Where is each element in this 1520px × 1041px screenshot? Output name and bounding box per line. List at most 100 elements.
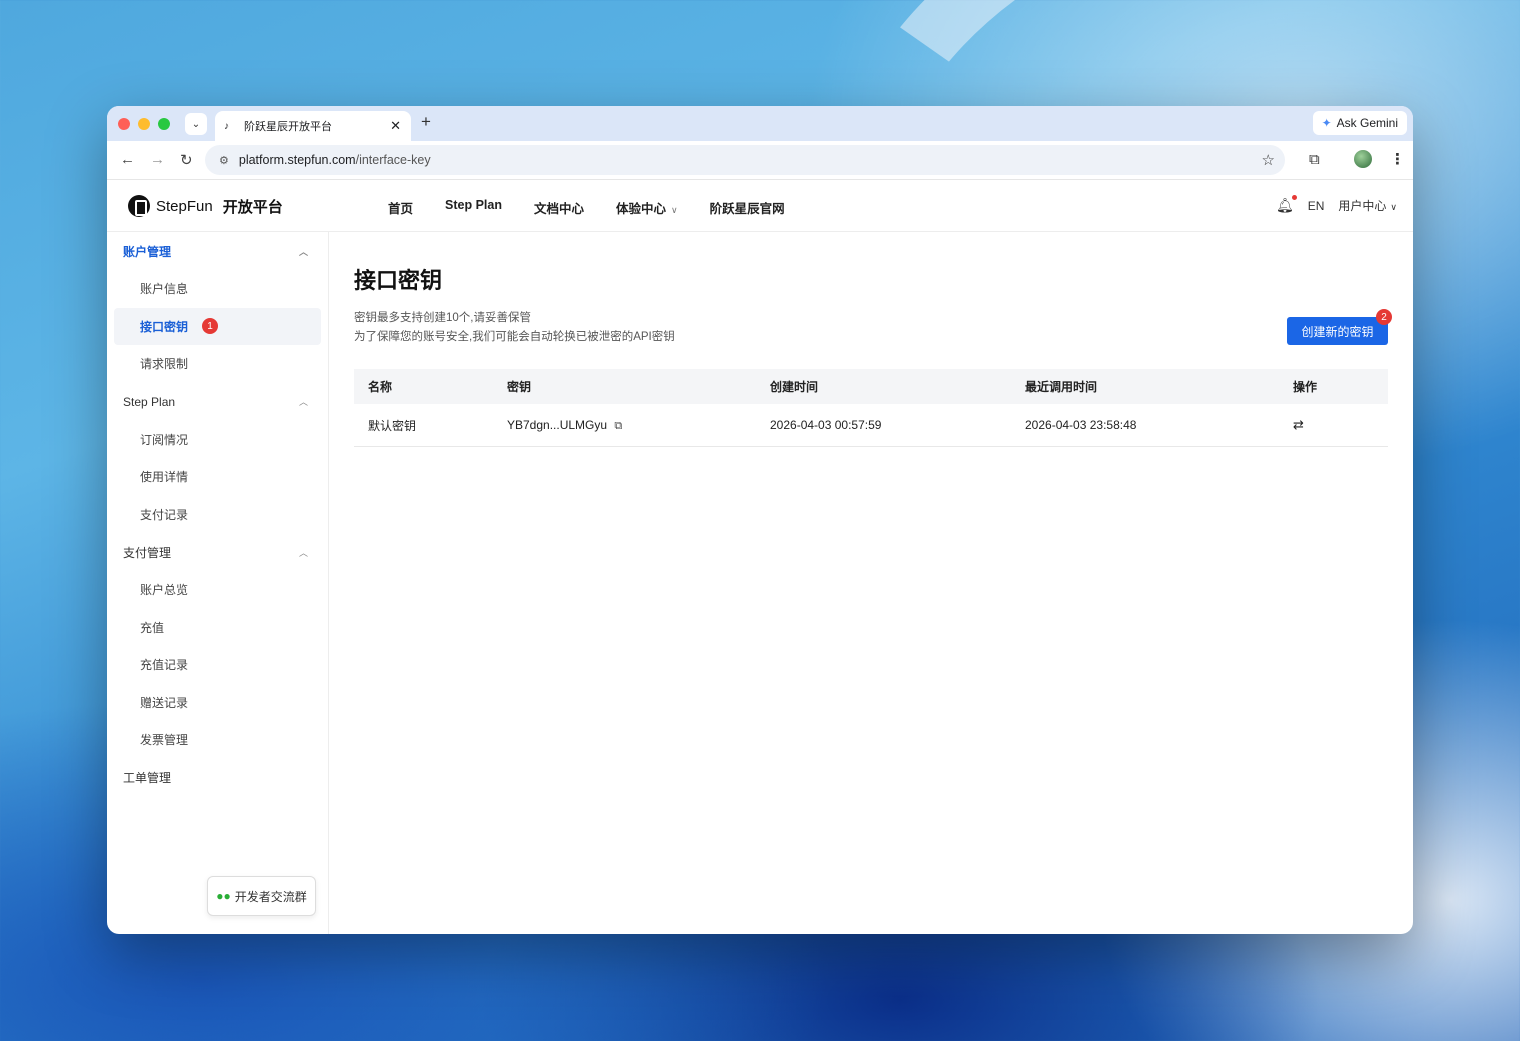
profile-avatar[interactable] <box>1354 150 1372 168</box>
sidebar-group-label: 工单管理 <box>123 771 172 785</box>
rotate-key-icon[interactable]: ⇄ <box>1293 417 1304 432</box>
sidebar-group-step-plan[interactable]: Step Plan ︿ <box>107 383 328 421</box>
notification-bell-icon[interactable]: 🔔︎ <box>1276 195 1297 214</box>
copy-icon[interactable]: ⧉ <box>614 420 622 432</box>
nav-official-site[interactable]: 阶跃星辰官网 <box>710 198 785 217</box>
sidebar-item-usage[interactable]: 使用详情 <box>114 458 321 496</box>
address-bar[interactable]: ⚙ platform.stepfun.com/interface-key ☆ <box>205 145 1285 175</box>
stepfun-logo[interactable]: StepFun 开放平台 <box>128 195 283 217</box>
chevron-down-icon: ∨ <box>671 205 678 215</box>
description-line: 密钥最多支持创建10个,请妥善保管 <box>354 312 531 324</box>
sidebar-item-gift-history[interactable]: 赠送记录 <box>114 684 321 722</box>
key-value: YB7dgn...ULMGyu <box>507 417 608 432</box>
browser-window: ⌄ ♪ 阶跃星辰开放平台 ✕ + ✦ Ask Gemini ← → ↻ ⚙ pl… <box>107 106 1413 934</box>
nav-experience[interactable]: 体验中心 ∨ <box>616 198 678 217</box>
sidebar-group-account[interactable]: 账户管理 ︿ <box>107 232 328 270</box>
chevron-down-icon: ∨ <box>1390 202 1397 212</box>
forward-icon[interactable]: → <box>150 151 165 168</box>
sidebar-item-recharge[interactable]: 充值 <box>114 609 321 647</box>
logo-text: StepFun <box>156 197 213 215</box>
extensions-icon[interactable]: ⧉ <box>1309 151 1320 168</box>
browser-tab[interactable]: ♪ 阶跃星辰开放平台 ✕ <box>215 111 411 141</box>
logo-subtitle: 开放平台 <box>222 198 283 216</box>
sidebar: 账户管理 ︿ 账户信息 接口密钥 1 请求限制 Step Plan ︿ 订阅情况… <box>107 232 329 934</box>
sidebar-item-api-keys[interactable]: 接口密钥 1 <box>114 307 321 345</box>
create-key-badge: 2 <box>1376 309 1392 325</box>
chevron-up-icon: ︿ <box>298 246 308 257</box>
key-name: 默认密钥 <box>368 418 417 433</box>
site-settings-icon[interactable]: ⚙ <box>219 154 229 167</box>
bookmark-star-icon[interactable]: ☆ <box>1262 151 1275 169</box>
developer-group-label: 开发者交流群 <box>234 889 307 904</box>
developer-group-button[interactable]: ●● 开发者交流群 <box>207 876 316 916</box>
stepfun-logo-icon <box>128 195 150 217</box>
language-switch[interactable]: EN <box>1308 199 1325 213</box>
nav-home[interactable]: 首页 <box>388 198 413 217</box>
user-center-menu[interactable]: 用户中心 ∨ <box>1338 197 1397 214</box>
sidebar-item-subscription[interactable]: 订阅情况 <box>114 421 321 459</box>
table-header: 名称 密钥 创建时间 最近调用时间 操作 <box>354 369 1388 404</box>
chevron-up-icon: ︿ <box>298 397 308 407</box>
key-value-cell: YB7dgn...ULMGyu ⧉ <box>493 418 756 433</box>
sidebar-group-label: Step Plan <box>123 394 176 409</box>
column-header-actions: 操作 <box>1293 380 1318 394</box>
sidebar-item-payments[interactable]: 支付记录 <box>114 496 321 534</box>
sidebar-badge: 1 <box>202 318 219 335</box>
column-header-last-used: 最近调用时间 <box>1025 380 1098 394</box>
column-header-created: 创建时间 <box>770 380 819 394</box>
nav-experience-label: 体验中心 <box>616 202 667 216</box>
close-window-button[interactable] <box>118 118 130 130</box>
maximize-window-button[interactable] <box>158 118 170 130</box>
main-content: 接口密钥 密钥最多支持创建10个,请妥善保管 为了保障您的账号安全,我们可能会自… <box>354 232 1392 934</box>
sidebar-group-billing[interactable]: 支付管理 ︿ <box>107 533 328 571</box>
app-header: StepFun 开放平台 首页 Step Plan 文档中心 体验中心 ∨ 阶跃星… <box>107 180 1413 232</box>
wechat-icon: ●● <box>216 889 231 903</box>
back-icon[interactable]: ← <box>120 151 135 168</box>
page-body: 账户管理 ︿ 账户信息 接口密钥 1 请求限制 Step Plan ︿ 订阅情况… <box>107 232 1413 934</box>
key-created: 2026-04-03 00:57:59 <box>770 418 882 432</box>
new-tab-button[interactable]: + <box>421 112 431 132</box>
table-row: 默认密钥 YB7dgn...ULMGyu ⧉ 2026-04-03 00:57:… <box>354 404 1388 447</box>
reload-icon[interactable]: ↻ <box>180 151 193 169</box>
chevron-down-icon: ⌄ <box>191 118 201 130</box>
create-key-button[interactable]: 创建新的密钥 2 <box>1287 309 1392 345</box>
description-line: 为了保障您的账号安全,我们可能会自动轮换已被泄密的API密钥 <box>354 331 675 343</box>
more-menu-icon[interactable]: ⋮ <box>1390 150 1405 168</box>
sidebar-item-account-info[interactable]: 账户信息 <box>114 270 321 308</box>
sidebar-group-label: 支付管理 <box>123 545 172 560</box>
music-note-icon: ♪ <box>224 120 229 132</box>
url-host: platform.stepfun.com <box>238 153 356 167</box>
chevron-up-icon: ︿ <box>298 547 308 558</box>
sidebar-item-rate-limits[interactable]: 请求限制 <box>114 345 321 383</box>
ask-gemini-button[interactable]: ✦ Ask Gemini <box>1312 111 1407 135</box>
create-key-label: 创建新的密钥 <box>1301 324 1374 339</box>
column-header-name: 名称 <box>368 380 393 394</box>
top-nav: 首页 Step Plan 文档中心 体验中心 ∨ 阶跃星辰官网 <box>388 198 817 217</box>
key-last-used: 2026-04-03 23:58:48 <box>1025 418 1137 432</box>
nav-step-plan[interactable]: Step Plan <box>445 198 502 217</box>
tab-title: 阶跃星辰开放平台 <box>244 121 332 133</box>
user-center-label: 用户中心 <box>1338 199 1387 213</box>
sidebar-item-invoices[interactable]: 发票管理 <box>114 721 321 759</box>
column-header-key: 密钥 <box>507 380 532 394</box>
window-controls <box>118 118 170 130</box>
ask-gemini-label: Ask Gemini <box>1336 116 1398 130</box>
api-key-table: 名称 密钥 创建时间 最近调用时间 操作 默认密钥 YB7dgn...ULMGy… <box>354 369 1388 447</box>
tab-strip: ⌄ ♪ 阶跃星辰开放平台 ✕ + ✦ Ask Gemini <box>107 106 1413 141</box>
gemini-sparkle-icon: ✦ <box>1321 116 1332 130</box>
actions-cell: ⇄ <box>1279 417 1304 433</box>
sidebar-item-label: 接口密钥 <box>140 319 189 334</box>
notification-dot <box>1291 195 1297 200</box>
tab-search-button[interactable]: ⌄ <box>185 113 207 135</box>
browser-toolbar: ← → ↻ ⚙ platform.stepfun.com/interface-k… <box>107 141 1413 180</box>
sidebar-group-label: 账户管理 <box>123 244 172 259</box>
header-actions: 🔔︎ EN 用户中心 ∨ <box>1276 195 1397 214</box>
close-tab-icon[interactable]: ✕ <box>390 118 401 134</box>
minimize-window-button[interactable] <box>138 118 150 130</box>
page-title: 接口密钥 <box>354 268 443 293</box>
sidebar-item-overview[interactable]: 账户总览 <box>114 571 321 609</box>
nav-docs[interactable]: 文档中心 <box>534 198 584 217</box>
sidebar-group-tickets[interactable]: 工单管理 <box>107 759 328 797</box>
page-description: 密钥最多支持创建10个,请妥善保管 为了保障您的账号安全,我们可能会自动轮换已被… <box>354 309 675 347</box>
sidebar-item-recharge-history[interactable]: 充值记录 <box>114 646 321 684</box>
